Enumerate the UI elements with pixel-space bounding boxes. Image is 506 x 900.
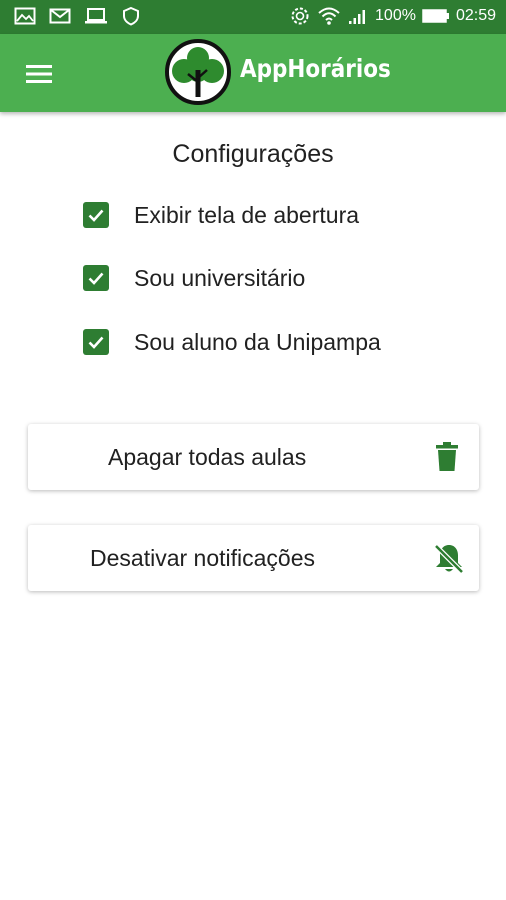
status-bar: 100% 02:59 bbox=[0, 0, 506, 34]
option-label: Sou universitário bbox=[134, 264, 306, 291]
wifi-icon bbox=[317, 5, 341, 27]
image-icon bbox=[14, 6, 36, 26]
status-right-icons: 100% 02:59 bbox=[289, 5, 496, 27]
app-bar: AppHorários bbox=[0, 34, 506, 112]
hamburger-menu-icon[interactable] bbox=[22, 59, 58, 89]
app-title: AppHorários bbox=[240, 54, 391, 83]
battery-percent: 100% bbox=[375, 7, 416, 24]
option-sou-universitario[interactable]: Sou universitário bbox=[83, 263, 305, 293]
status-left-icons bbox=[14, 6, 141, 26]
sync-icon bbox=[289, 5, 311, 27]
checkbox-checked[interactable] bbox=[83, 202, 109, 228]
tree-logo-icon bbox=[164, 38, 232, 106]
option-label: Sou aluno da Unipampa bbox=[134, 328, 381, 355]
disable-notifications-label: Desativar notificações bbox=[90, 545, 315, 571]
option-sou-aluno-unipampa[interactable]: Sou aluno da Unipampa bbox=[83, 327, 381, 357]
mail-icon bbox=[49, 6, 71, 26]
option-label: Exibir tela de abertura bbox=[134, 201, 360, 228]
delete-all-classes-button[interactable]: Apagar todas aulas bbox=[28, 424, 479, 490]
page-title: Configurações bbox=[172, 140, 334, 168]
checkbox-checked[interactable] bbox=[83, 329, 109, 355]
option-exibir-tela-abertura[interactable]: Exibir tela de abertura bbox=[83, 200, 359, 230]
battery-icon bbox=[422, 8, 450, 24]
delete-all-classes-label: Apagar todas aulas bbox=[108, 444, 307, 470]
clock: 02:59 bbox=[455, 7, 496, 24]
checkbox-checked[interactable] bbox=[83, 265, 109, 291]
laptop-icon bbox=[84, 6, 108, 26]
shield-icon bbox=[121, 6, 141, 26]
disable-notifications-button[interactable]: Desativar notificações bbox=[28, 525, 479, 591]
signal-icon bbox=[347, 6, 369, 26]
bell-off-icon bbox=[432, 542, 466, 581]
trash-icon bbox=[434, 441, 460, 478]
